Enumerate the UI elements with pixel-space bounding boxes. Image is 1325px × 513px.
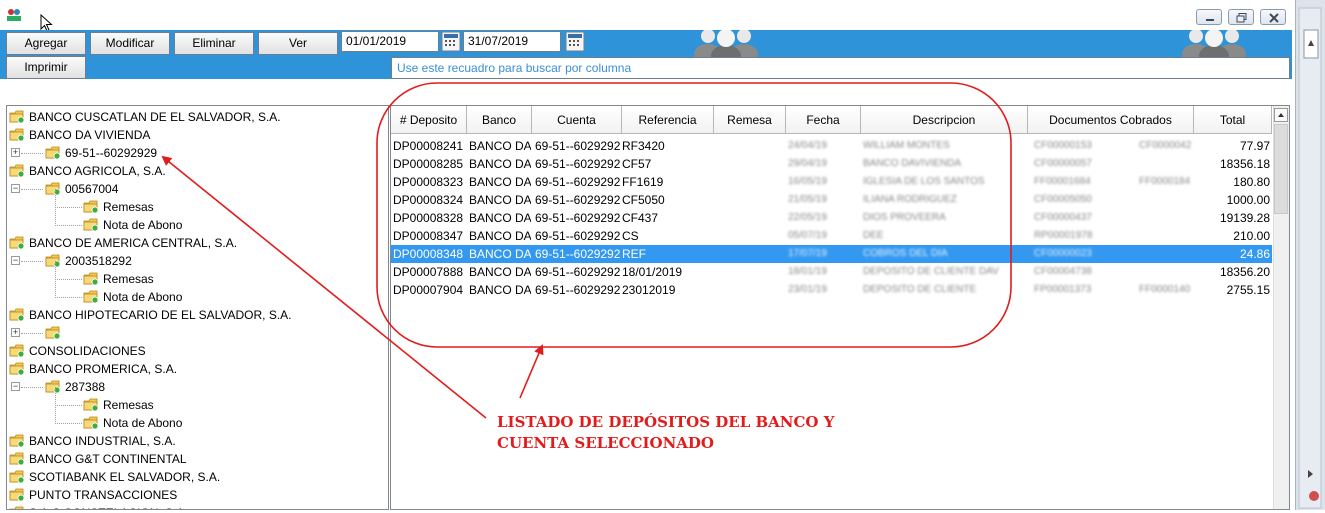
annotation-arrow <box>161 155 487 419</box>
annotation-line-1: LISTADO DE DEPÓSITOS DEL BANCO Y <box>497 413 835 431</box>
annotation-line-2: CUENTA SELECCIONADO <box>497 434 714 452</box>
annotation-ellipse <box>376 82 1012 348</box>
annotation-arrow <box>519 344 544 399</box>
annotation-text: LISTADO DE DEPÓSITOS DEL BANCO Y CUENTA … <box>497 412 857 454</box>
side-panel-strip <box>1295 0 1325 510</box>
